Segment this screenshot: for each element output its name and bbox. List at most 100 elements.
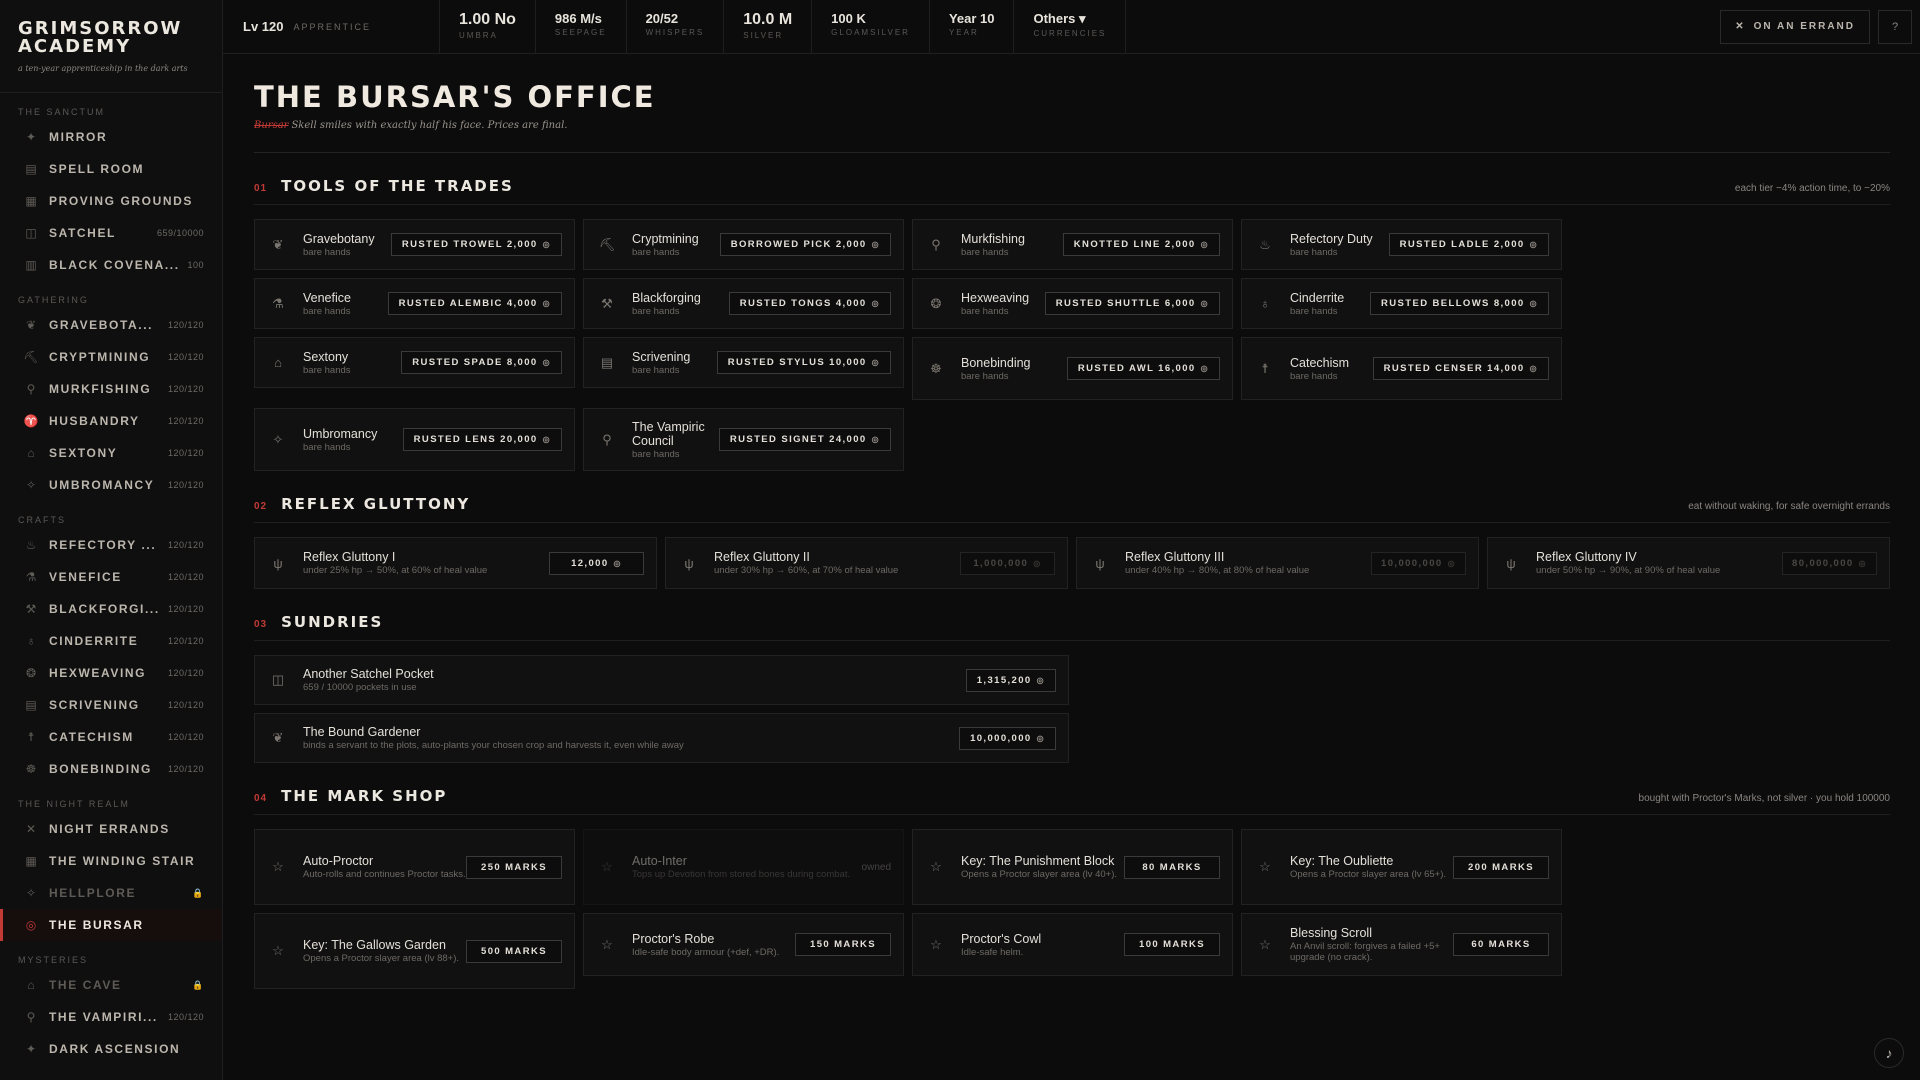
- sidebar-item-refectory[interactable]: ♨ REFECTORY ... 120/120: [0, 529, 222, 561]
- sidebar-item-proving-grounds[interactable]: ▦ PROVING GROUNDS: [0, 185, 222, 217]
- sidebar-item-sextony[interactable]: ⌂ SEXTONY 120/120: [0, 437, 222, 469]
- sidebar-item-count: 🔒: [192, 979, 204, 990]
- page-subtitle: Bursar Skell smiles with exactly half his…: [254, 120, 1890, 131]
- stat-currencies[interactable]: Others ▾ CURRENCIES: [1014, 0, 1127, 53]
- buy-button[interactable]: 12,000 ◎: [549, 551, 644, 575]
- buy-button[interactable]: 80,000,000 ◎: [1782, 551, 1877, 575]
- buy-button[interactable]: 10,000,000 ◎: [1371, 551, 1466, 575]
- sidebar-item-murkfishing[interactable]: ⚲ MURKFISHING 120/120: [0, 373, 222, 405]
- music-toggle-button[interactable]: ♪: [1874, 1038, 1904, 1068]
- star-icon: ☆: [272, 943, 284, 958]
- stat-seepage: 986 M/s SEEPAGE: [536, 0, 627, 53]
- buy-button-label: RUSTED STYLUS 10,000: [727, 357, 867, 368]
- sidebar-item-gravebota[interactable]: ❦ GRAVEBOTA... 120/120: [0, 309, 222, 341]
- sidebar-item-label: MURKFISHING: [49, 382, 152, 396]
- sidebar-item-label: SPELL ROOM: [49, 162, 145, 176]
- buy-button[interactable]: 1,000,000 ◎: [960, 551, 1055, 575]
- buy-button[interactable]: 60 MARKS: [1453, 933, 1549, 956]
- nav-item-icon: ✧: [25, 886, 37, 900]
- help-button[interactable]: ?: [1878, 9, 1912, 44]
- nav-item-icon: ❂: [25, 666, 37, 680]
- sidebar-item-label: NIGHT ERRANDS: [49, 822, 170, 836]
- skill-icon: ▤: [600, 354, 614, 370]
- silver-coin-icon: ◎: [1033, 558, 1042, 568]
- sidebar-item-mirror[interactable]: ✦ MIRROR: [0, 121, 222, 153]
- sidebar-item-catechism[interactable]: ☨ CATECHISM 120/120: [0, 721, 222, 753]
- sidebar-item-umbromancy[interactable]: ✧ UMBROMANCY 120/120: [0, 469, 222, 501]
- silver-coin-icon: ◎: [542, 358, 551, 367]
- buy-button[interactable]: RUSTED LADLE 2,000 ◎: [1388, 233, 1549, 256]
- buy-button[interactable]: BORROWED PICK 2,000 ◎: [719, 233, 891, 256]
- sidebar-item-the-bursar[interactable]: ◎ THE BURSAR: [0, 909, 222, 941]
- nav-item-icon: ⚲: [26, 1010, 36, 1024]
- buy-button[interactable]: KNOTTED LINE 2,000 ◎: [1062, 233, 1220, 256]
- buy-button[interactable]: RUSTED SPADE 8,000 ◎: [401, 351, 562, 374]
- sidebar-item-the-cave[interactable]: ⌂ THE CAVE 🔒: [0, 969, 222, 1001]
- buy-button-label: RUSTED ALEMBIC 4,000: [398, 298, 538, 309]
- main-content: THE BURSAR'S OFFICE Bursar Skell smiles w…: [254, 54, 1890, 989]
- sidebar-item-bonebinding[interactable]: ☸ BONEBINDING 120/120: [0, 753, 222, 785]
- sidebar-item-blackforgi[interactable]: ⚒ BLACKFORGI... 120/120: [0, 593, 222, 625]
- buy-button[interactable]: RUSTED CENSER 14,000 ◎: [1372, 357, 1549, 380]
- buy-button[interactable]: 250 MARKS: [466, 855, 562, 879]
- sidebar-item-label: REFECTORY ...: [49, 538, 157, 552]
- sidebar-item-the-winding-stair[interactable]: ▦ THE WINDING STAIR: [0, 845, 222, 877]
- card-text: Blackforging bare hands: [632, 291, 729, 317]
- stat-umbra: 1.00 No UMBRA: [440, 0, 536, 53]
- sidebar-item-hellplore[interactable]: ✧ HELLPLORE 🔒: [0, 877, 222, 909]
- buy-button[interactable]: RUSTED ALEMBIC 4,000 ◎: [387, 292, 562, 315]
- card-name: Refectory Duty: [1290, 231, 1373, 246]
- buy-button[interactable]: RUSTED SHUTTLE 6,000 ◎: [1044, 292, 1220, 315]
- sidebar-item-label: SCRIVENING: [49, 698, 140, 712]
- sidebar-item-scrivening[interactable]: ▤ SCRIVENING 120/120: [0, 689, 222, 721]
- stat-label: GLOAMSILVER: [831, 28, 910, 37]
- stat-whispers: 20/52 WHISPERS: [627, 0, 725, 53]
- sidebar-item-cinderrite[interactable]: ♁ CINDERRITE 120/120: [0, 625, 222, 657]
- buy-button[interactable]: RUSTED SIGNET 24,000 ◎: [718, 428, 891, 451]
- buy-button-label: KNOTTED LINE 2,000: [1073, 239, 1196, 250]
- shop-card: ☆ Key: The Punishment Block Opens a Procto…: [912, 829, 1233, 905]
- sidebar-item-satchel[interactable]: ◫ SATCHEL 659/10000: [0, 217, 222, 249]
- buy-button-label: 12,000: [571, 557, 609, 569]
- silver-coin-icon: ◎: [1529, 299, 1538, 308]
- card-text: The Vampiric Council bare hands: [632, 420, 719, 460]
- buy-button[interactable]: RUSTED STYLUS 10,000 ◎: [716, 351, 891, 374]
- sidebar-item-venefice[interactable]: ⚗ VENEFICE 120/120: [0, 561, 222, 593]
- buy-button[interactable]: RUSTED TONGS 4,000 ◎: [728, 292, 891, 315]
- level-value: Lv 120: [243, 19, 284, 34]
- nav-item-icon: ☸: [25, 762, 37, 776]
- sidebar-item-hexweaving[interactable]: ❂ HEXWEAVING 120/120: [0, 657, 222, 689]
- card-text: Gravebotany bare hands: [303, 232, 391, 258]
- nav-item-icon: ♁: [26, 634, 36, 648]
- nav-item-icon: ▦: [25, 854, 37, 868]
- tool-card: ♨ Refectory Duty bare hands RUSTED LADLE 2,…: [1241, 219, 1562, 270]
- sidebar-item-night-errands[interactable]: ✕ NIGHT ERRANDS: [0, 813, 222, 845]
- sidebar-item-spell-room[interactable]: ▤ SPELL ROOM: [0, 153, 222, 185]
- section-header: 02 REFLEX GLUTTONY eat without waking, f…: [254, 495, 1890, 523]
- buy-button[interactable]: 150 MARKS: [795, 933, 891, 956]
- sidebar-item-the-vampiri[interactable]: ⚲ THE VAMPIRI... 120/120: [0, 1001, 222, 1033]
- nav-item-icon: ✧: [25, 478, 37, 492]
- buy-button[interactable]: RUSTED BELLOWS 8,000 ◎: [1370, 292, 1549, 315]
- buy-button[interactable]: RUSTED LENS 20,000 ◎: [402, 428, 562, 451]
- section-note: each tier −4% action time, to −20%: [1734, 183, 1890, 194]
- sidebar-item-husbandry[interactable]: ♈ HUSBANDRY 120/120: [0, 405, 222, 437]
- buy-button[interactable]: 200 MARKS: [1453, 855, 1549, 879]
- sidebar-item-cryptmining[interactable]: ⛏ CRYPTMINING 120/120: [0, 341, 222, 373]
- card-description: bare hands: [1290, 370, 1338, 382]
- skill-icon: ❦: [272, 236, 284, 252]
- card-description: Idle-safe body armour (+def, +DR).: [632, 946, 780, 958]
- buy-button[interactable]: 1,315,200 ◎: [965, 668, 1056, 692]
- buy-button[interactable]: RUSTED AWL 16,000 ◎: [1066, 357, 1220, 380]
- sidebar-item-black-covena[interactable]: ▥ BLACK COVENA... 100: [0, 249, 222, 281]
- on-errand-button[interactable]: ✕ ON AN ERRAND: [1720, 9, 1870, 44]
- gluttony-card: ψ Reflex Gluttony Iunder 25% hp → 50%, at…: [254, 537, 657, 589]
- buy-button[interactable]: RUSTED TROWEL 2,000 ◎: [390, 233, 562, 256]
- buy-button[interactable]: 500 MARKS: [466, 939, 562, 963]
- sidebar-item-dark-ascension[interactable]: ✦ DARK ASCENSION: [0, 1033, 222, 1065]
- buy-button[interactable]: 80 MARKS: [1124, 855, 1220, 879]
- card-description: under 50% hp → 90%, at 90% of heal value: [1536, 565, 1721, 576]
- buy-button[interactable]: 100 MARKS: [1124, 933, 1220, 956]
- buy-button[interactable]: 10,000,000 ◎: [959, 726, 1056, 750]
- sidebar-item-count: 120/120: [167, 668, 204, 678]
